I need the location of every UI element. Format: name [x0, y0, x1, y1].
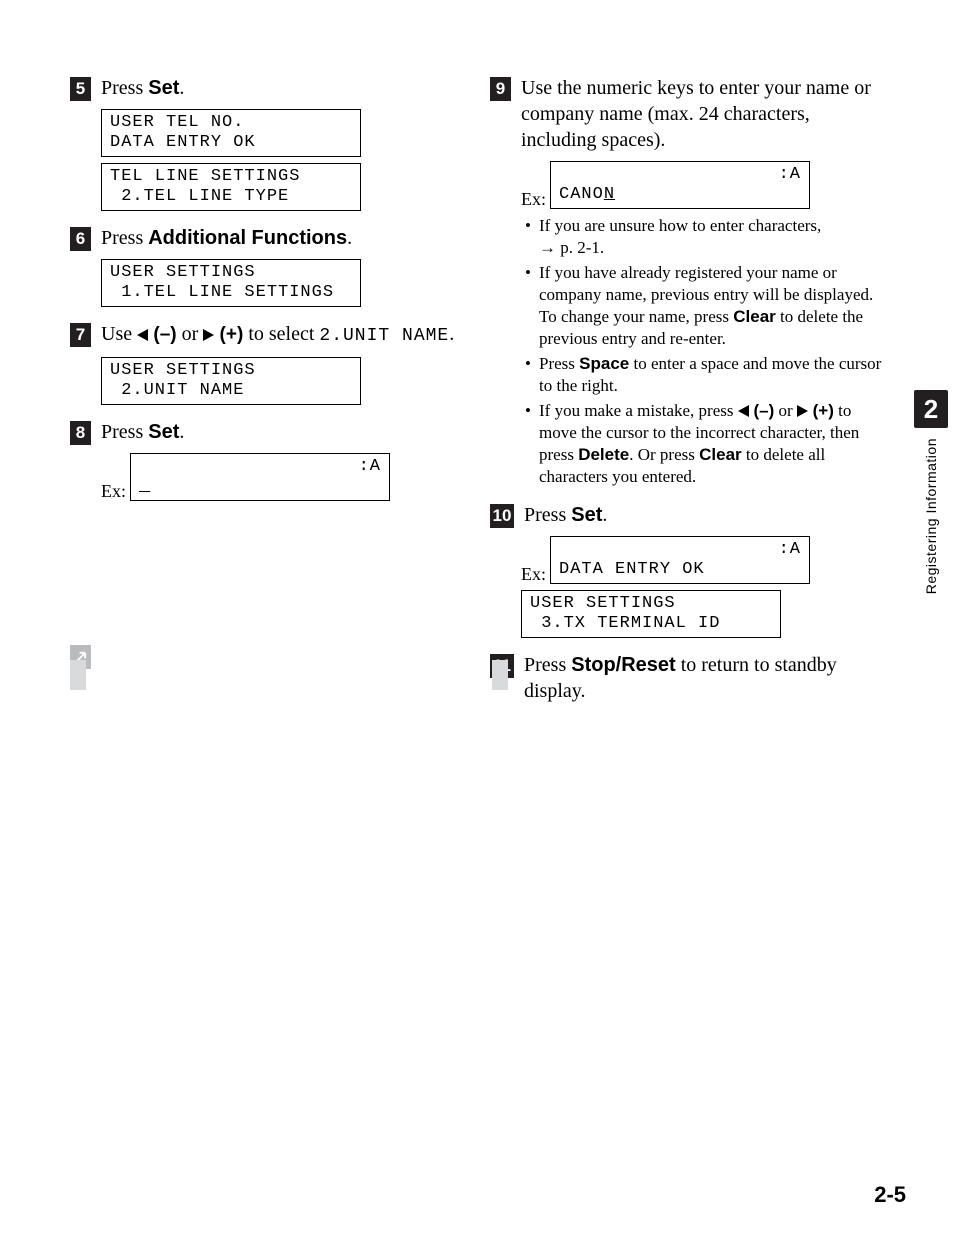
lcd-display: TEL LINE SETTINGS 2.TEL LINE TYPE: [101, 163, 361, 211]
step-8-text: Press Set.: [101, 419, 470, 445]
step-5-text: Press Set.: [101, 75, 470, 101]
step-11: 11 Press Stop/Reset to return to standby…: [490, 652, 890, 704]
step-6-text: Press Additional Functions.: [101, 225, 470, 251]
column-continuation-bar: [492, 660, 508, 690]
step-number-6: 6: [70, 227, 91, 251]
right-arrow-icon: [203, 329, 214, 341]
step-9-text: Use the numeric keys to enter your name …: [521, 75, 890, 153]
step-number-7: 7: [70, 323, 91, 347]
step-9-notes: If you are unsure how to enter character…: [525, 215, 890, 488]
step-6: 6 Press Additional Functions. USER SETTI…: [70, 225, 470, 307]
step-7-text: Use (–) or (+) to select 2.UNIT NAME.: [101, 321, 470, 349]
step-8: 8 Press Set. Ex: :A _: [70, 419, 470, 501]
lcd-display: USER TEL NO. DATA ENTRY OK: [101, 109, 361, 157]
example-label: Ex:: [521, 564, 546, 584]
lcd-display: :A CANON: [550, 161, 810, 209]
step-number-10: 10: [490, 504, 514, 528]
step-9: 9 Use the numeric keys to enter your nam…: [490, 75, 890, 488]
chapter-label: Registering Information: [923, 438, 939, 594]
lcd-display: USER SETTINGS 2.UNIT NAME: [101, 357, 361, 405]
chapter-tab: 2 Registering Information: [912, 390, 950, 594]
step-number-9: 9: [490, 77, 511, 101]
step-5: 5 Press Set. USER TEL NO. DATA ENTRY OK …: [70, 75, 470, 211]
chapter-number: 2: [914, 390, 948, 428]
example-label: Ex:: [521, 189, 546, 209]
lcd-display: :A _: [130, 453, 390, 501]
right-arrow-icon: [797, 405, 808, 417]
example-label: Ex:: [101, 481, 126, 501]
column-continuation-bar: [70, 660, 86, 690]
step-11-text: Press Stop/Reset to return to standby di…: [524, 652, 890, 704]
lcd-display: USER SETTINGS 1.TEL LINE SETTINGS: [101, 259, 361, 307]
step-10-text: Press Set.: [524, 502, 890, 528]
lcd-display: :A DATA ENTRY OK: [550, 536, 810, 584]
left-arrow-icon: [738, 405, 749, 417]
page-number: 2-5: [874, 1182, 906, 1208]
step-10: 10 Press Set. Ex: :A DATA ENTRY OK USER …: [490, 502, 890, 638]
left-column: 5 Press Set. USER TEL NO. DATA ENTRY OK …: [70, 75, 470, 718]
right-column: 9 Use the numeric keys to enter your nam…: [490, 75, 890, 718]
step-number-5: 5: [70, 77, 91, 101]
left-arrow-icon: [137, 329, 148, 341]
step-number-8: 8: [70, 421, 91, 445]
step-7: 7 Use (–) or (+) to select 2.UNIT NAME. …: [70, 321, 470, 405]
